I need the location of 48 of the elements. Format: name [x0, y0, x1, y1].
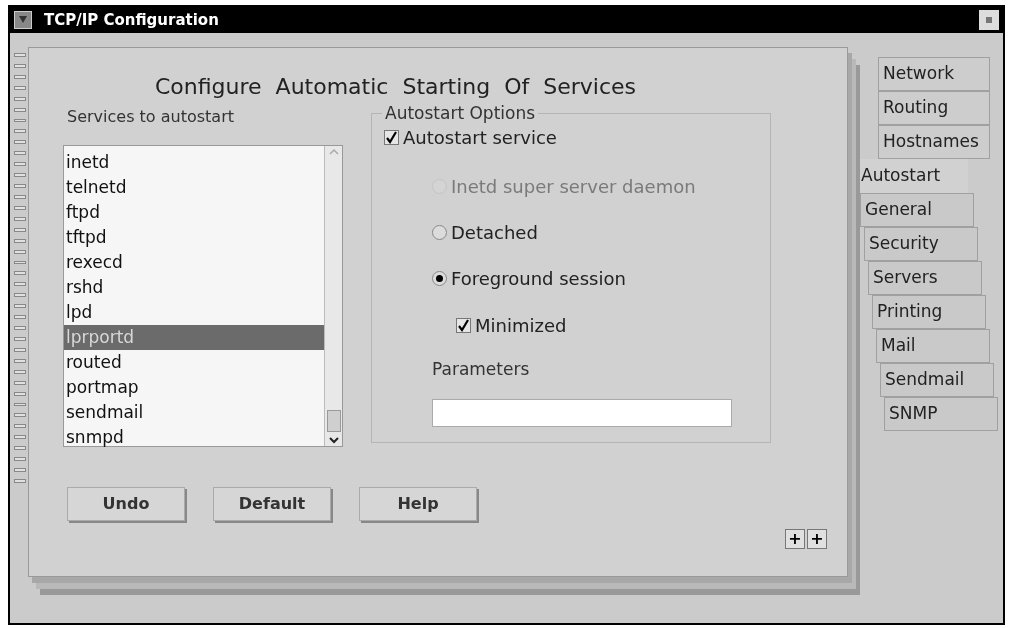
checkbox[interactable]: [384, 130, 399, 145]
list-item[interactable]: lpd: [64, 300, 324, 325]
radio-button[interactable]: [432, 270, 447, 286]
radio-button[interactable]: [432, 224, 447, 240]
checkbox-label: Autostart service: [403, 126, 557, 150]
square-icon: [986, 17, 992, 23]
list-item[interactable]: lprportd: [64, 325, 324, 350]
notebook-tab[interactable]: Sendmail: [880, 363, 994, 397]
list-item[interactable]: tftpd: [64, 225, 324, 250]
page-arrow-button[interactable]: +: [785, 529, 805, 549]
notebook-tab[interactable]: SNMP: [884, 397, 998, 431]
notebook-tab[interactable]: Servers: [868, 261, 982, 295]
window-title: TCP/IP Configuration: [44, 9, 219, 31]
page-heading: Configure Automatic Starting Of Services: [155, 73, 637, 101]
scroll-down-icon[interactable]: [327, 436, 340, 444]
notebook-tab[interactable]: General: [860, 193, 974, 227]
field-label: Parameters: [432, 358, 531, 381]
list-item[interactable]: rexecd: [64, 250, 324, 275]
checkbox-label: Minimized: [475, 313, 567, 338]
notebook-tab[interactable]: Routing: [878, 91, 990, 125]
notebook-tab[interactable]: Hostnames: [878, 125, 990, 159]
list-item[interactable]: routed: [64, 350, 324, 375]
checkbox[interactable]: [456, 317, 471, 333]
notebook-tab[interactable]: Mail: [876, 329, 990, 363]
scroll-thumb[interactable]: [326, 410, 341, 432]
system-menu-icon[interactable]: [14, 11, 32, 29]
list-item[interactable]: snmpd: [64, 425, 324, 450]
list-item[interactable]: ftpd: [64, 200, 324, 225]
radio-label: Inetd super server daemon: [451, 174, 696, 199]
list-item[interactable]: portmap: [64, 375, 324, 400]
notebook-tab[interactable]: Printing: [872, 295, 986, 329]
list-item[interactable]: inetd: [64, 150, 324, 175]
dialog-button[interactable]: Help: [359, 487, 477, 521]
radio-label: Detached: [451, 220, 538, 245]
list-item[interactable]: sendmail: [64, 400, 324, 425]
scroll-up-icon[interactable]: [327, 148, 340, 156]
dialog-button[interactable]: Undo: [67, 487, 185, 521]
list-label: Services to autostart: [67, 106, 235, 128]
page-arrow-button[interactable]: +: [807, 529, 827, 549]
parameters-field[interactable]: [432, 398, 732, 427]
notebook-tab[interactable]: Security: [864, 227, 978, 261]
list-item[interactable]: telnetd: [64, 175, 324, 200]
notebook-tab[interactable]: Network: [878, 57, 990, 91]
window-menu-button[interactable]: [979, 10, 999, 30]
radio-label: Foreground session: [451, 266, 626, 291]
list-item[interactable]: rshd: [64, 275, 324, 300]
scrollbar[interactable]: [324, 146, 342, 446]
dialog-button[interactable]: Default: [213, 487, 331, 521]
